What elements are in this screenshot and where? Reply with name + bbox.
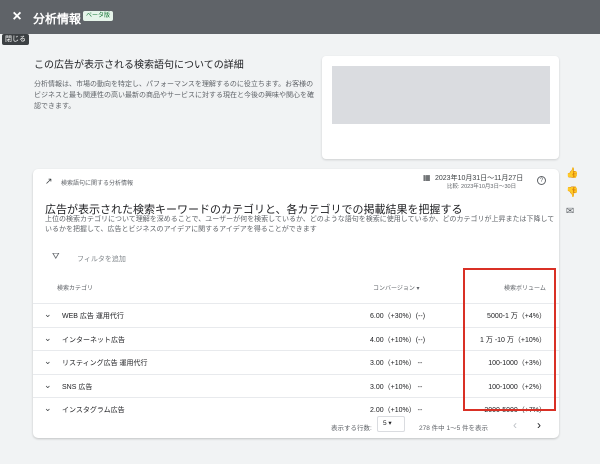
top-bar: × 分析情報 ベータ版: [0, 0, 600, 34]
prev-page-button[interactable]: ‹: [513, 418, 517, 432]
compare-range: 比較: 2023年10月3日～30日: [447, 184, 517, 190]
conversions-cell: 4.00（+10%）(--): [370, 336, 426, 344]
chevron-down-icon[interactable]: ⌄: [44, 333, 52, 344]
chevron-down-icon[interactable]: ⌄: [44, 309, 52, 320]
conversions-cell: 6.00（+30%）(--): [370, 313, 426, 320]
column-header-category: 検索カテゴリ: [57, 286, 94, 292]
rows-per-page-select[interactable]: 5 ▾: [377, 416, 405, 432]
category-cell: インスタグラム広告: [62, 407, 125, 414]
feedback-icon[interactable]: ✉: [566, 206, 574, 217]
volume-highlight-box: [463, 268, 556, 411]
close-button[interactable]: ×: [5, 5, 29, 29]
trend-icon: ↗: [45, 176, 53, 186]
intro-title: この広告が表示される検索語句についての詳細: [34, 60, 244, 71]
intro-description: 分析情報は、市場の動向を特定し、パフォーマンスを理解するのに役立ちます。お客様の…: [34, 81, 314, 110]
card-label: 検索語句に関する分析情報: [61, 181, 134, 187]
category-cell: リスティング広告 運用代行: [62, 360, 148, 367]
chevron-down-icon[interactable]: ⌄: [44, 380, 52, 391]
preview-card: [322, 56, 559, 159]
chevron-down-icon[interactable]: ⌄: [44, 356, 52, 367]
rows-per-page-label: 表示する行数:: [331, 425, 372, 432]
close-tooltip: 閉じる: [2, 34, 29, 45]
close-icon: ×: [12, 8, 22, 25]
calendar-icon[interactable]: ▦: [423, 173, 431, 182]
conversions-cell: 3.00（+10%） --: [370, 360, 423, 367]
add-filter-button[interactable]: フィルタを追加: [77, 254, 126, 264]
beta-badge: ベータ版: [83, 11, 114, 21]
thumb-up-icon[interactable]: 👍: [566, 168, 578, 179]
conversions-cell: 2.00（+10%） --: [370, 407, 423, 414]
category-cell: WEB 広告 運用代行: [62, 313, 124, 320]
chevron-down-icon[interactable]: ⌄: [44, 403, 52, 414]
conversions-cell: 3.00（+10%） --: [370, 383, 423, 391]
page-title: 分析情報: [33, 12, 82, 26]
thumb-down-icon[interactable]: 👎: [566, 187, 578, 198]
filter-icon[interactable]: ⛛: [52, 251, 60, 262]
category-cell: SNS 広告: [62, 383, 93, 391]
category-cell: インターネット広告: [62, 336, 125, 344]
pager-range: 278 件中 1～5 件を表示: [419, 425, 488, 432]
help-icon[interactable]: ?: [537, 176, 546, 185]
preview-image-placeholder: [332, 66, 550, 124]
card-subtext: 上位の検索カテゴリについて理解を深めることで、ユーザーが何を検索しているか、どの…: [45, 216, 555, 233]
column-header-conversions[interactable]: コンバージョン ▾: [373, 283, 420, 292]
next-page-button[interactable]: ›: [537, 418, 541, 432]
